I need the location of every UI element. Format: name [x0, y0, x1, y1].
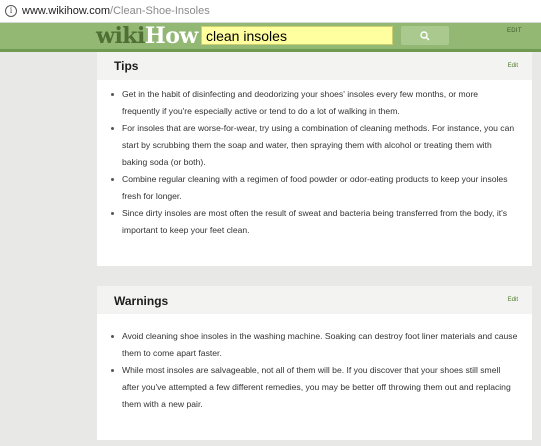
warnings-header: Warnings Edit — [97, 286, 532, 314]
tips-header: Tips Edit — [97, 52, 532, 80]
search-icon — [420, 31, 430, 41]
tips-section: Tips Edit Get in the habit of disinfecti… — [97, 52, 532, 266]
warnings-list: Avoid cleaning shoe insoles in the washi… — [97, 314, 532, 413]
warnings-title: Warnings — [114, 294, 169, 308]
url-text[interactable]: www.wikihow.com/Clean-Shoe-Insoles — [22, 5, 210, 17]
left-sidebar — [0, 52, 97, 446]
search-input[interactable] — [201, 26, 393, 45]
warnings-edit-link[interactable]: Edit — [508, 297, 518, 303]
url-path: /Clean-Shoe-Insoles — [110, 5, 210, 17]
list-item: For insoles that are worse-for-wear, try… — [111, 120, 518, 171]
wikihow-logo[interactable]: wikiHow — [96, 24, 198, 48]
list-item: Combine regular cleaning with a regimen … — [111, 171, 518, 205]
list-item: Get in the habit of disinfecting and deo… — [111, 86, 518, 120]
url-host: www.wikihow.com — [22, 5, 111, 17]
search-button[interactable] — [401, 26, 449, 45]
logo-how: How — [144, 23, 198, 49]
browser-address-bar[interactable]: i www.wikihow.com/Clean-Shoe-Insoles — [0, 0, 541, 23]
site-header: wikiHow EDIT — [0, 23, 541, 52]
tips-edit-link[interactable]: Edit — [508, 63, 518, 69]
warnings-section: Warnings Edit Avoid cleaning shoe insole… — [97, 286, 532, 440]
header-edit-button[interactable]: EDIT — [507, 28, 522, 34]
tips-list: Get in the habit of disinfecting and deo… — [97, 80, 532, 239]
logo-wiki: wiki — [96, 23, 145, 49]
info-icon[interactable]: i — [5, 5, 17, 17]
list-item: While most insoles are salvageable, not … — [111, 362, 518, 413]
list-item: Avoid cleaning shoe insoles in the washi… — [111, 328, 518, 362]
tips-title: Tips — [114, 59, 139, 73]
list-item: Since dirty insoles are most often the r… — [111, 205, 518, 239]
